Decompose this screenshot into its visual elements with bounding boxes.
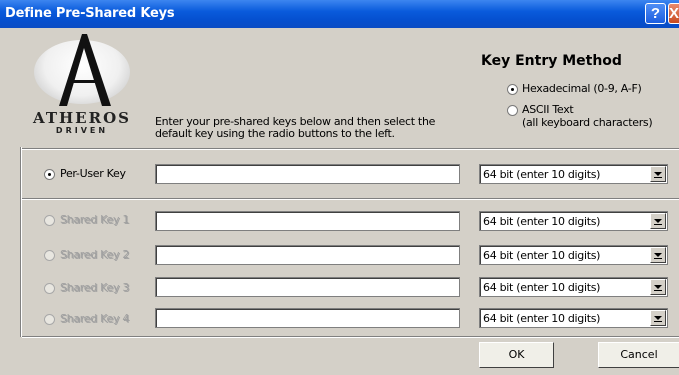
- help-button[interactable]: ?: [645, 3, 666, 24]
- shared-key-1-radio[interactable]: [44, 215, 55, 226]
- separator-vertical: [20, 147, 22, 337]
- ascii-label-line1: ASCII Text: [522, 103, 574, 116]
- per-user-radio[interactable]: [44, 169, 55, 180]
- shared-key-1-length-value: 64 bit (enter 10 digits): [483, 215, 601, 228]
- shared-key-3-length-value: 64 bit (enter 10 digits): [483, 281, 601, 294]
- chevron-down-icon[interactable]: [650, 247, 666, 263]
- title-bar[interactable]: Define Pre-Shared Keys ? X: [0, 0, 679, 28]
- shared-key-4-length-select[interactable]: 64 bit (enter 10 digits): [479, 308, 668, 328]
- shared-key-1-label: Shared Key 1: [60, 213, 130, 226]
- per-user-label: Per-User Key: [60, 167, 126, 180]
- per-user-key-input[interactable]: [155, 164, 460, 184]
- chevron-down-icon[interactable]: [650, 166, 666, 182]
- chevron-down-icon[interactable]: [650, 310, 666, 326]
- shared-key-4-label: Shared Key 4: [60, 312, 130, 325]
- hex-radio[interactable]: [507, 84, 518, 95]
- separator: [22, 198, 679, 200]
- shared-key-1-length-select[interactable]: 64 bit (enter 10 digits): [479, 211, 668, 231]
- shared-key-2-input[interactable]: [155, 245, 460, 265]
- cancel-button[interactable]: Cancel: [598, 342, 679, 368]
- shared-key-2-radio[interactable]: [44, 250, 55, 261]
- shared-key-2-length-value: 64 bit (enter 10 digits): [483, 249, 601, 262]
- per-user-length-value: 64 bit (enter 10 digits): [483, 168, 601, 181]
- logo-tagline: DRIVEN: [55, 126, 109, 135]
- ascii-label-line2: (all keyboard characters): [522, 116, 653, 129]
- chevron-down-icon[interactable]: [650, 213, 666, 229]
- shared-key-1-input[interactable]: [155, 211, 460, 231]
- separator: [22, 336, 679, 338]
- shared-key-3-label: Shared Key 3: [60, 281, 130, 294]
- shared-key-4-length-value: 64 bit (enter 10 digits): [483, 312, 601, 325]
- instructions-text: Enter your pre-shared keys below and the…: [155, 115, 436, 140]
- atheros-a-icon: [59, 34, 111, 106]
- shared-key-3-radio[interactable]: [44, 283, 55, 294]
- close-button[interactable]: X: [668, 3, 679, 24]
- shared-key-3-length-select[interactable]: 64 bit (enter 10 digits): [479, 277, 668, 297]
- logo-brand: ATHEROS: [33, 109, 131, 127]
- separator: [22, 148, 679, 150]
- shared-key-4-input[interactable]: [155, 308, 460, 328]
- chevron-down-icon[interactable]: [650, 279, 666, 295]
- define-keys-dialog: Define Pre-Shared Keys ? X ATHEROS DRIVE…: [0, 0, 679, 375]
- shared-key-2-label: Shared Key 2: [60, 248, 130, 261]
- ok-button[interactable]: OK: [479, 342, 554, 368]
- ascii-radio[interactable]: [507, 105, 518, 116]
- key-entry-method-title: Key Entry Method: [481, 53, 622, 69]
- shared-key-2-length-select[interactable]: 64 bit (enter 10 digits): [479, 245, 668, 265]
- per-user-length-select[interactable]: 64 bit (enter 10 digits): [479, 164, 668, 184]
- shared-key-4-radio[interactable]: [44, 314, 55, 325]
- shared-key-3-input[interactable]: [155, 277, 460, 297]
- window-title: Define Pre-Shared Keys: [5, 6, 175, 21]
- hex-label: Hexadecimal (0-9, A-F): [522, 82, 642, 95]
